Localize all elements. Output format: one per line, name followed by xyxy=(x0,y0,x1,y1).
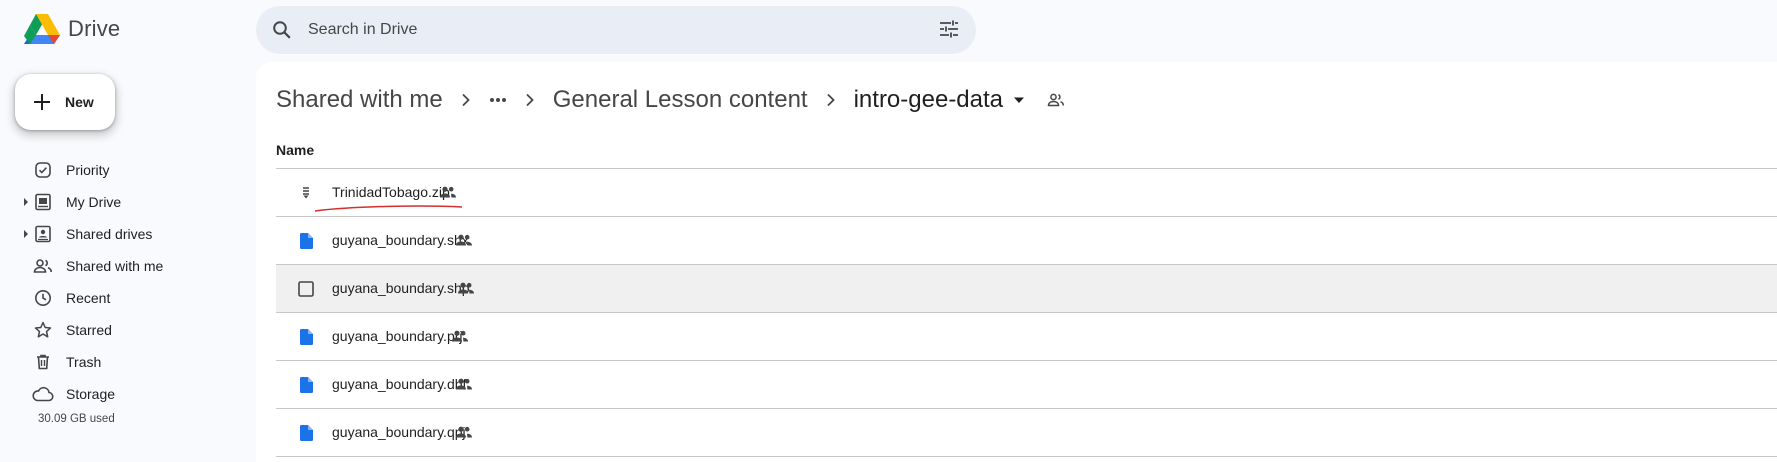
sidebar-item-priority[interactable]: Priority xyxy=(0,154,256,186)
shared-folder-icon[interactable] xyxy=(1047,92,1065,108)
sidebar-item-label: Storage xyxy=(66,386,116,402)
main-content: Shared with me General Lesson content in… xyxy=(256,62,1777,462)
file-name: guyana_boundary.shp xyxy=(332,280,470,296)
sidebar-item-label: Priority xyxy=(66,162,110,178)
red-annotation-underline xyxy=(314,205,463,212)
breadcrumb-current-folder[interactable]: intro-gee-data xyxy=(854,86,1003,114)
sidebar-item-starred[interactable]: Starred xyxy=(0,314,256,346)
doc-file-icon xyxy=(296,327,316,347)
search-options-icon[interactable] xyxy=(938,18,960,40)
shared-drives-icon xyxy=(32,223,54,245)
search-bar[interactable] xyxy=(256,6,976,54)
chevron-right-icon xyxy=(826,93,836,107)
shared-people-icon xyxy=(452,330,468,342)
storage-used-text: 30.09 GB used xyxy=(38,413,115,425)
sidebar: Drive New Priority My Drive Shared drive… xyxy=(0,0,256,454)
sidebar-item-label: Shared drives xyxy=(66,226,153,242)
file-row[interactable]: guyana_boundary.shp xyxy=(276,265,1777,313)
drive-logo-icon xyxy=(24,14,60,44)
app-name: Drive xyxy=(68,16,121,41)
breadcrumb: Shared with me General Lesson content in… xyxy=(276,80,1065,120)
clock-icon xyxy=(32,287,54,309)
chevron-right-icon xyxy=(525,93,535,107)
cloud-icon xyxy=(32,383,54,405)
file-row[interactable]: TrinidadTobago.zip xyxy=(276,169,1777,217)
file-name: guyana_boundary.dbf xyxy=(332,376,467,392)
my-drive-icon xyxy=(32,191,54,213)
sidebar-item-label: Starred xyxy=(66,322,112,338)
plus-icon xyxy=(33,93,51,111)
sidebar-item-shared-drives[interactable]: Shared drives xyxy=(0,218,256,250)
new-button[interactable]: New xyxy=(15,74,115,130)
sidebar-item-label: Trash xyxy=(66,354,102,370)
sidebar-item-trash[interactable]: Trash xyxy=(0,346,256,378)
more-horiz-icon[interactable] xyxy=(489,97,507,103)
file-name: guyana_boundary.prj xyxy=(332,328,463,344)
priority-icon xyxy=(32,159,54,181)
file-name: TrinidadTobago.zip xyxy=(332,184,450,200)
file-row[interactable]: guyana_boundary.dbf xyxy=(276,361,1777,409)
doc-file-icon xyxy=(296,231,316,251)
breadcrumb-shared-with-me[interactable]: Shared with me xyxy=(276,86,443,114)
shared-people-icon xyxy=(456,234,472,246)
sidebar-item-my-drive[interactable]: My Drive xyxy=(0,186,256,218)
file-list: TrinidadTobago.zip guyana_boundary.shx g… xyxy=(276,168,1777,457)
sidebar-nav: Priority My Drive Shared drives Shared w… xyxy=(0,154,256,410)
shared-people-icon xyxy=(458,282,474,294)
shared-people-icon xyxy=(456,378,472,390)
search-icon[interactable] xyxy=(272,20,292,40)
star-icon xyxy=(32,319,54,341)
file-row[interactable]: guyana_boundary.qpj xyxy=(276,409,1777,457)
breadcrumb-general-lesson-content[interactable]: General Lesson content xyxy=(553,86,808,114)
search-input[interactable] xyxy=(306,20,890,40)
sidebar-item-recent[interactable]: Recent xyxy=(0,282,256,314)
new-button-label: New xyxy=(65,94,94,110)
file-row[interactable]: guyana_boundary.shx xyxy=(276,217,1777,265)
trash-icon xyxy=(32,351,54,373)
sidebar-item-label: Shared with me xyxy=(66,258,164,274)
expand-arrow-icon[interactable] xyxy=(22,230,30,238)
chevron-right-icon xyxy=(461,93,471,107)
sidebar-item-label: My Drive xyxy=(66,194,122,210)
drive-logo[interactable]: Drive xyxy=(24,13,120,45)
shared-with-me-icon xyxy=(32,255,54,277)
doc-file-icon xyxy=(296,423,316,443)
shared-people-icon xyxy=(456,426,472,438)
file-row[interactable]: guyana_boundary.prj xyxy=(276,313,1777,361)
sidebar-item-shared-with-me[interactable]: Shared with me xyxy=(0,250,256,282)
file-name: guyana_boundary.qpj xyxy=(332,424,466,440)
doc-file-icon xyxy=(296,375,316,395)
column-header-name[interactable]: Name xyxy=(276,142,314,158)
sidebar-item-storage[interactable]: Storage xyxy=(0,378,256,410)
checkbox-icon[interactable] xyxy=(296,279,316,299)
expand-arrow-icon[interactable] xyxy=(22,198,30,206)
shared-people-icon xyxy=(440,186,456,198)
dropdown-arrow-icon[interactable] xyxy=(1013,96,1025,104)
zip-file-icon xyxy=(296,183,316,203)
sidebar-item-label: Recent xyxy=(66,290,111,306)
file-name: guyana_boundary.shx xyxy=(332,232,469,248)
